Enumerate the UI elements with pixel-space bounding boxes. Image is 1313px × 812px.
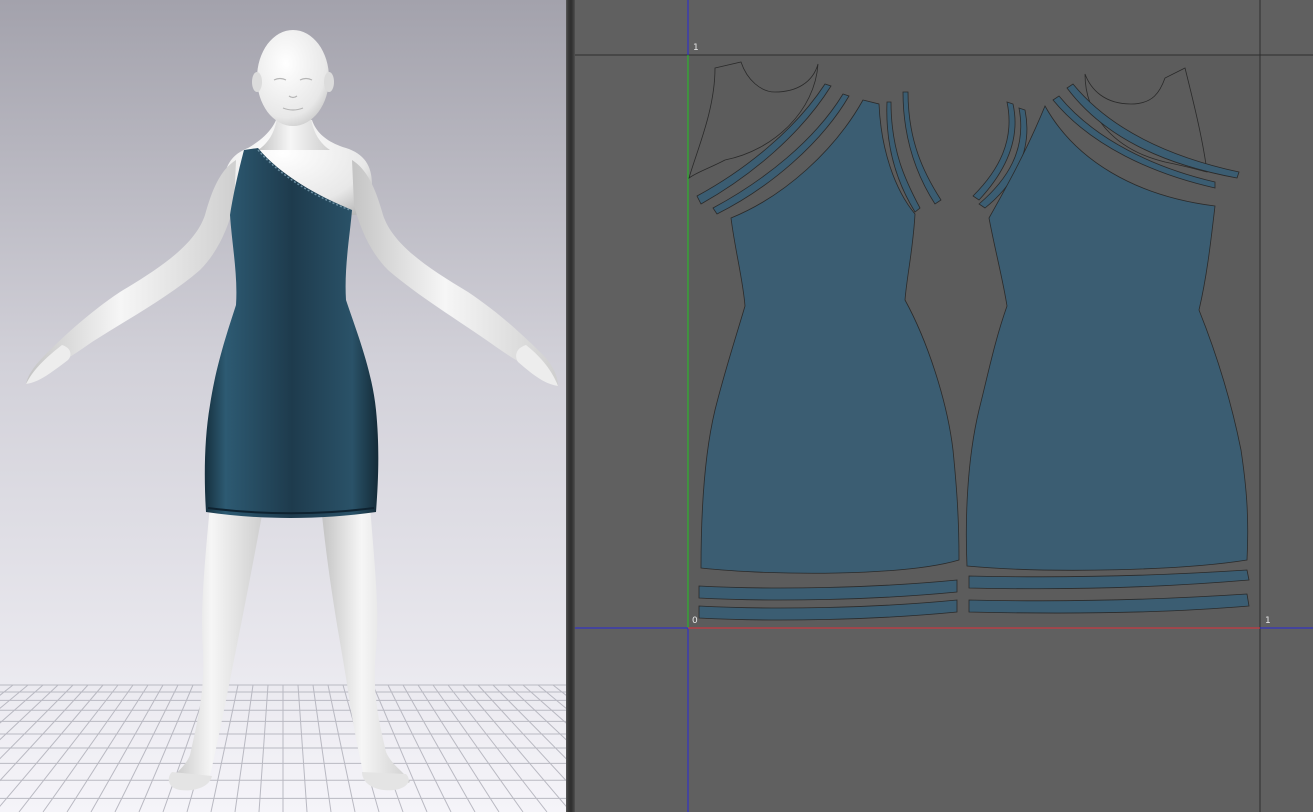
avatar-ear-left (252, 72, 262, 92)
avatar-ear-right (324, 72, 334, 92)
uv-canvas[interactable] (575, 0, 1313, 812)
3d-scene[interactable] (0, 0, 566, 812)
uv-label-u-one: 1 (1265, 616, 1271, 626)
panel-splitter[interactable] (566, 0, 575, 812)
3d-viewport[interactable] (0, 0, 566, 812)
uv-label-origin: 0 (692, 616, 698, 626)
uv-label-v-one: 1 (693, 43, 699, 53)
avatar-head (257, 30, 329, 126)
uv-editor-viewport[interactable]: 1 0 1 (575, 0, 1313, 812)
